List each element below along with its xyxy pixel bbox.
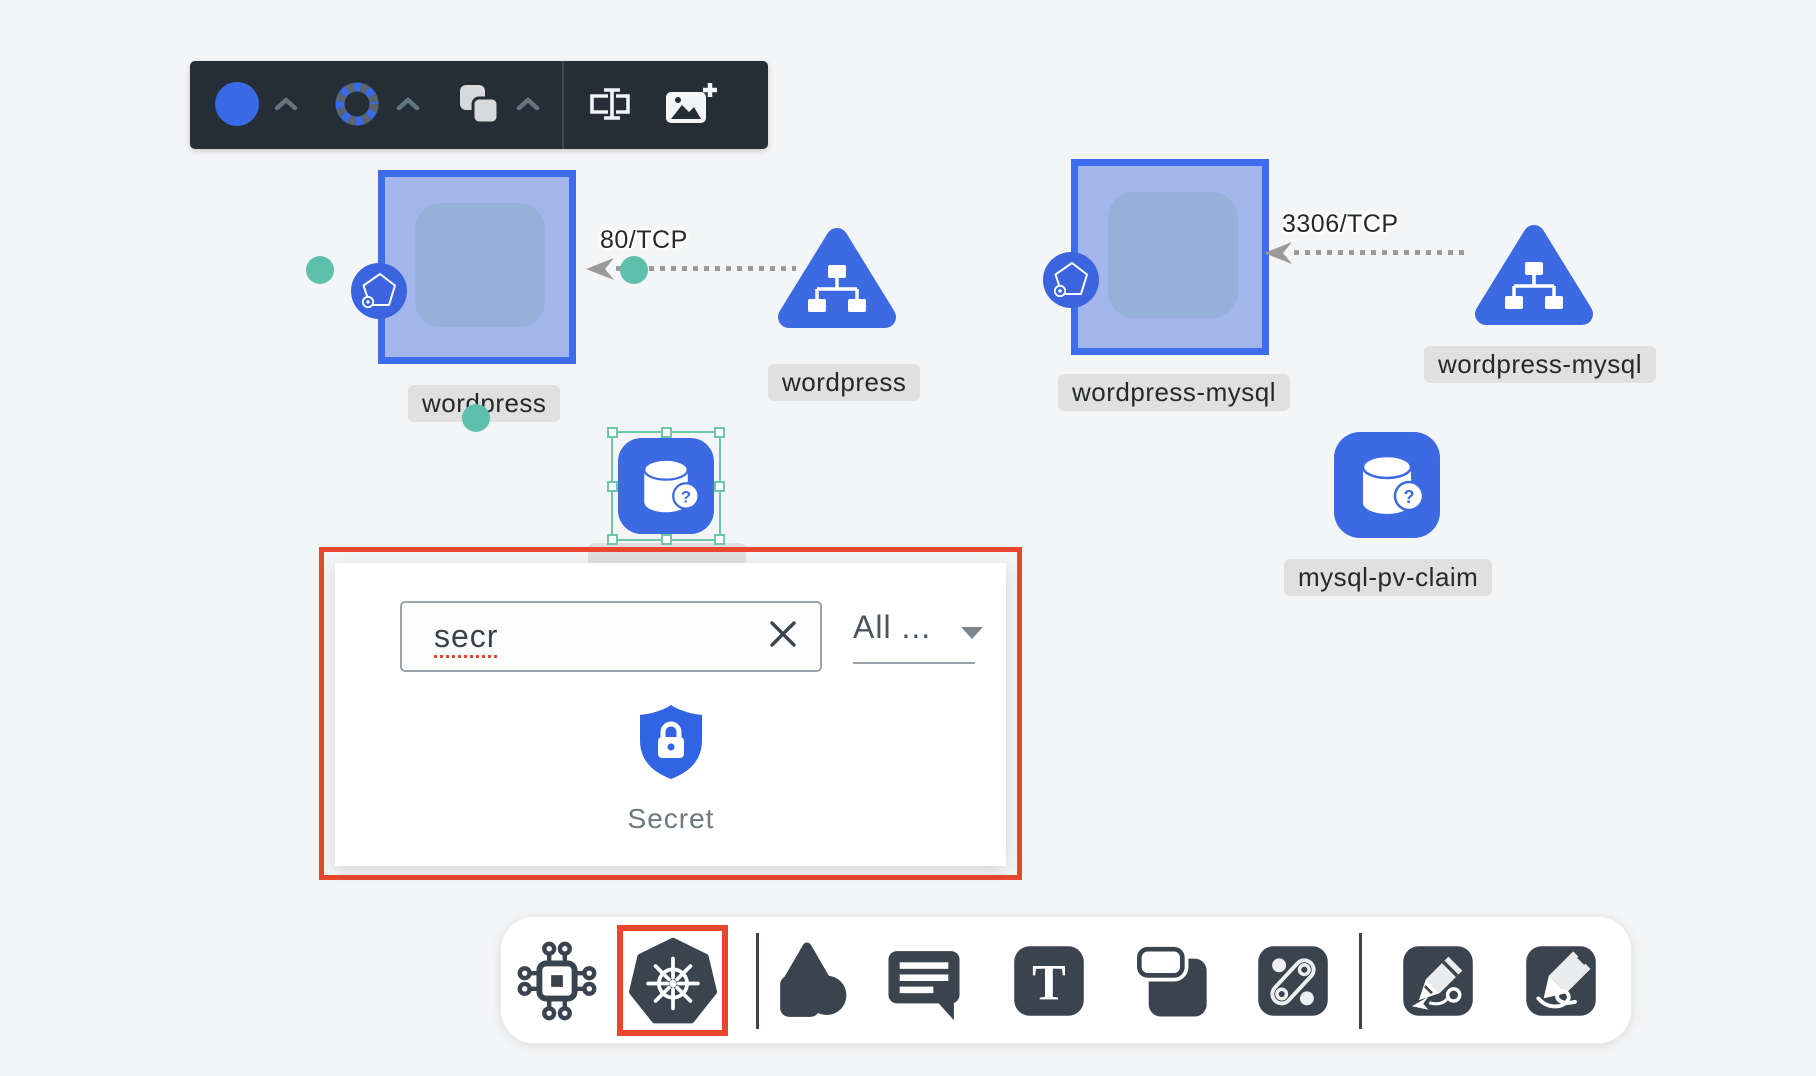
chevron-up-icon — [516, 97, 540, 114]
rename-button[interactable] — [586, 81, 638, 130]
secret-shield-icon — [635, 767, 707, 784]
deployment-node-wordpress[interactable] — [772, 213, 902, 348]
connector-tool[interactable] — [1247, 935, 1339, 1027]
clear-search-icon[interactable] — [768, 619, 798, 654]
toolbar-divider — [562, 61, 564, 149]
tool-palette: T — [500, 916, 1632, 1044]
shape-search-popup: secr All ... Secret — [335, 563, 1006, 866]
add-image-button[interactable] — [664, 81, 718, 130]
pod-badge-icon — [1042, 251, 1100, 314]
comment-tool[interactable] — [878, 935, 970, 1027]
deployment-node-wordpress-mysql[interactable] — [1469, 210, 1599, 345]
resize-handle[interactable] — [714, 534, 725, 545]
text-tool[interactable]: T — [1003, 935, 1095, 1027]
select-underline — [853, 662, 975, 664]
canvas-app: 80/TCP wordpress wordpress 3306/TCP word… — [0, 0, 1816, 1076]
overlapping-squares-icon — [456, 81, 502, 130]
image-plus-icon — [664, 81, 718, 130]
pod-node-wordpress-mysql[interactable] — [1071, 159, 1269, 355]
selection-box — [611, 431, 721, 541]
svg-text:?: ? — [1404, 487, 1415, 507]
text-cursor-box-icon — [586, 81, 638, 130]
type-filter-select[interactable]: All ... — [853, 609, 975, 646]
resize-handle[interactable] — [661, 534, 672, 545]
pvc-node-mysql-pv-claim[interactable]: ? — [1334, 432, 1440, 543]
toolbar-divider — [756, 933, 759, 1029]
pod-inner-shape — [1108, 192, 1238, 318]
style-toolbar — [190, 61, 768, 149]
network-diagram-tool[interactable] — [511, 935, 603, 1027]
pencil-sketch-tool[interactable] — [1515, 935, 1607, 1027]
search-query-text: secr — [434, 618, 498, 654]
connector-line[interactable] — [1294, 250, 1464, 255]
pod-badge-icon — [350, 262, 408, 325]
arrowhead-icon — [586, 258, 614, 285]
kubernetes-tool[interactable] — [627, 935, 719, 1027]
connection-point[interactable] — [620, 256, 648, 284]
resize-handle[interactable] — [607, 534, 618, 545]
result-label: Secret — [591, 803, 751, 835]
fill-color-swatch-icon — [214, 81, 260, 130]
deployment-name-chip[interactable]: wordpress-mysql — [1424, 346, 1656, 383]
search-input[interactable]: secr — [400, 601, 822, 672]
filter-selected-value: All ... — [853, 609, 931, 645]
search-result-secret[interactable]: Secret — [591, 702, 751, 835]
dashed-ring-icon — [332, 79, 382, 132]
connection-point[interactable] — [462, 404, 490, 432]
pod-name-chip[interactable]: wordpress-mysql — [1058, 374, 1290, 411]
stroke-style-button[interactable] — [332, 79, 420, 132]
shapes-tool[interactable] — [761, 935, 853, 1027]
pen-arrow-tool[interactable] — [1392, 935, 1484, 1027]
toolbar-divider — [1359, 933, 1362, 1029]
deployment-name-chip[interactable]: wordpress — [768, 364, 920, 401]
resize-handle[interactable] — [607, 427, 618, 438]
fill-color-button[interactable] — [214, 81, 298, 130]
chevron-up-icon — [396, 97, 420, 114]
resize-handle[interactable] — [714, 481, 725, 492]
copy-style-button[interactable] — [456, 81, 540, 130]
arrowhead-icon — [1264, 242, 1292, 269]
text-tool-glyph: T — [1032, 954, 1066, 1010]
pod-inner-shape — [415, 203, 545, 327]
caret-down-icon — [959, 625, 985, 646]
resize-handle[interactable] — [607, 481, 618, 492]
frame-tool[interactable] — [1127, 935, 1219, 1027]
connection-point[interactable] — [306, 256, 334, 284]
resize-handle[interactable] — [661, 427, 672, 438]
port-label: 80/TCP — [600, 226, 688, 255]
pvc-name-chip[interactable]: mysql-pv-claim — [1284, 559, 1492, 596]
chevron-up-icon — [274, 97, 298, 114]
port-label: 3306/TCP — [1282, 210, 1399, 239]
resize-handle[interactable] — [714, 427, 725, 438]
